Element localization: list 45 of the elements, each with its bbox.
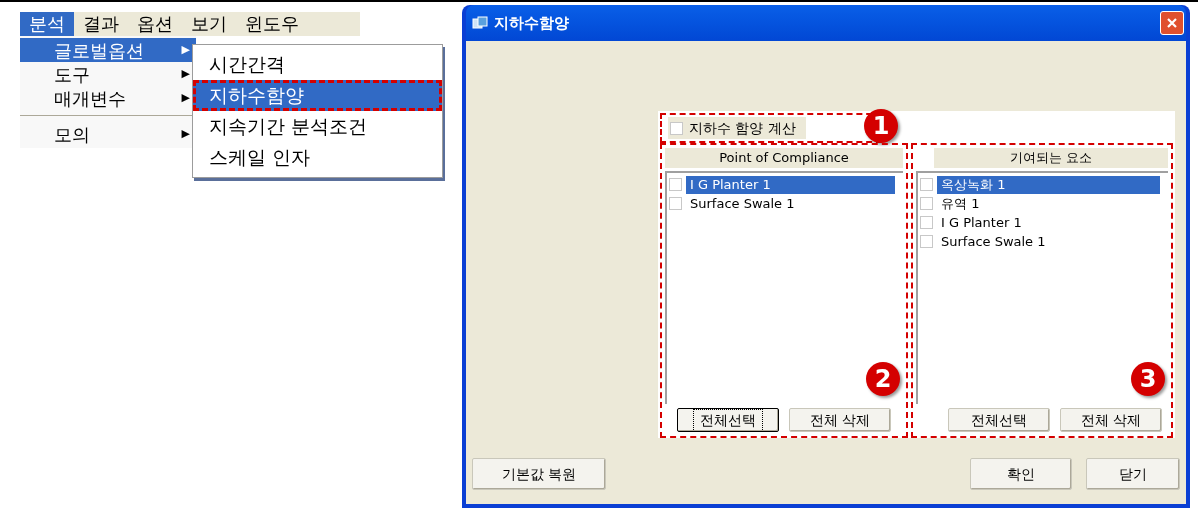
menu-bar-item[interactable]: 윈도우: [236, 12, 308, 36]
arrow-icon: ▶: [181, 89, 190, 107]
list-header: 기여되는 요소: [934, 148, 1168, 168]
window-icon: [472, 16, 488, 30]
arrow-icon: ▶: [181, 41, 190, 59]
list-item[interactable]: 유역 1: [937, 194, 1160, 213]
checkbox[interactable]: [920, 197, 933, 210]
menu-bar-item[interactable]: 보기: [182, 12, 236, 36]
list-button[interactable]: 전체선택: [677, 408, 779, 432]
list-item[interactable]: Surface Swale 1: [937, 232, 1160, 251]
ok-button[interactable]: 확인: [970, 458, 1072, 490]
checkbox[interactable]: [669, 178, 682, 191]
list-item[interactable]: I G Planter 1: [686, 175, 895, 194]
list-button[interactable]: 전체선택: [948, 408, 1050, 432]
submenu-item[interactable]: 지속기간 분석조건: [193, 111, 442, 142]
close-button[interactable]: [1160, 11, 1184, 35]
menu-bar-item[interactable]: 옵션: [128, 12, 182, 36]
menu-item[interactable]: 도구 ▶: [20, 62, 196, 86]
checkbox[interactable]: [920, 216, 933, 229]
list-item[interactable]: Surface Swale 1: [686, 194, 895, 213]
menu-item[interactable]: 글로벌옵션 ▶: [20, 38, 196, 62]
submenu-item[interactable]: 스케일 인자: [193, 142, 442, 173]
menu-bar-item[interactable]: 분석: [20, 12, 74, 36]
close-icon: [1166, 17, 1178, 29]
arrow-icon: ▶: [181, 65, 190, 83]
list-header: Point of Compliance: [665, 148, 903, 168]
close-dialog-button[interactable]: 닫기: [1086, 458, 1180, 490]
arrow-icon: ▶: [181, 125, 190, 143]
submenu-item[interactable]: 지하수함양: [193, 80, 442, 111]
list-button[interactable]: 전체 삭제: [1060, 408, 1162, 432]
list-item[interactable]: I G Planter 1: [937, 213, 1160, 232]
checkbox[interactable]: [920, 178, 933, 191]
window-title: 지하수함양: [494, 12, 570, 34]
checkbox[interactable]: [920, 235, 933, 248]
menu-item[interactable]: 매개변수 ▶: [20, 86, 196, 110]
list-item[interactable]: 옥상녹화 1: [937, 175, 1160, 194]
checkbox-label: 지하수 함양 계산: [689, 118, 796, 138]
callout-number: 1: [864, 109, 898, 143]
checkbox[interactable]: [670, 121, 683, 135]
checkbox[interactable]: [669, 197, 682, 210]
list-button[interactable]: 전체 삭제: [789, 408, 891, 432]
menu-bar-item[interactable]: 결과: [74, 12, 128, 36]
submenu-item[interactable]: 시간간격: [193, 49, 442, 80]
reset-button[interactable]: 기본값 복원: [472, 458, 606, 490]
menu-item[interactable]: 모의 ▶: [20, 122, 196, 146]
